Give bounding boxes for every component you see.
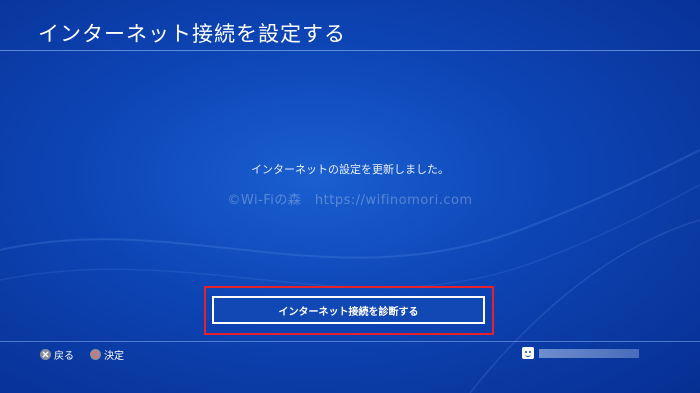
header-divider (0, 50, 700, 51)
watermark-text: ©Wi-Fiの森 https://wifinomori.com (227, 193, 473, 208)
footer-divider (0, 341, 700, 342)
status-message: インターネットの設定を更新しました。 (251, 163, 449, 176)
diagnose-connection-button-label: インターネット接続を診断する (278, 306, 419, 318)
back-hint-label: 戻る (54, 351, 74, 362)
confirm-hint-label: 決定 (104, 351, 124, 362)
back-hint[interactable]: 戻る (40, 347, 74, 362)
user-avatar-icon (522, 347, 534, 359)
confirm-hint[interactable]: 決定 (90, 347, 124, 362)
cross-button-icon (40, 349, 51, 360)
circle-button-icon (90, 349, 101, 360)
page-title: インターネット接続を設定する (38, 22, 346, 46)
user-name-bar (539, 349, 639, 358)
diagnose-connection-button[interactable]: インターネット接続を診断する (212, 296, 485, 324)
header: インターネット接続を設定する (0, 0, 700, 58)
